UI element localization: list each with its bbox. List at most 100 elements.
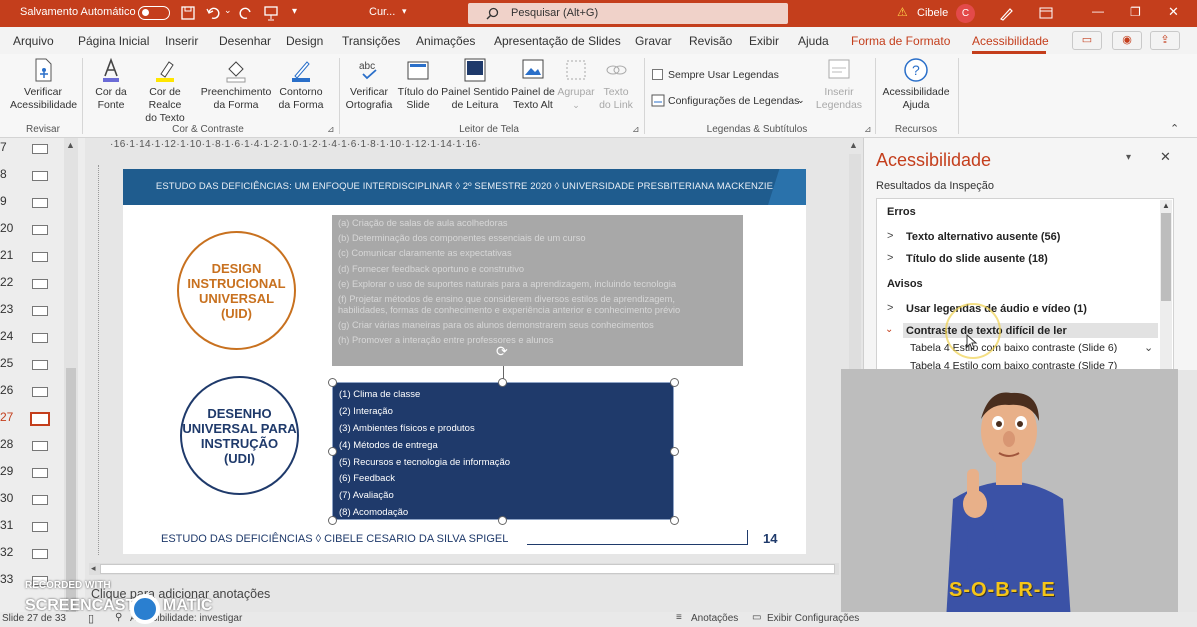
tab-apresentacao[interactable]: Apresentação de Slides	[494, 34, 621, 48]
notes-toggle[interactable]: Anotações	[691, 613, 738, 624]
warning-item[interactable]: Usar legendas de áudio e vídeo (1)	[906, 303, 1087, 315]
slide-thumbnail[interactable]	[32, 279, 48, 289]
slide-thumbnail[interactable]	[32, 549, 48, 559]
tab-pagina-inicial[interactable]: Página Inicial	[78, 34, 149, 48]
pen-icon[interactable]	[998, 6, 1014, 21]
slide-thumbnail[interactable]	[32, 144, 48, 154]
record-icon[interactable]: ◉	[1112, 31, 1142, 50]
acessibilidade-ajuda-button[interactable]: ? Acessibilidade Ajuda	[880, 56, 952, 112]
search-box[interactable]: Pesquisar (Alt+G)	[468, 3, 788, 24]
verificar-acessibilidade-button[interactable]: Verificar Acessibilidade	[10, 56, 77, 112]
painel-texto-alt-button[interactable]: Painel de Texto Alt	[510, 56, 556, 112]
hscroll-left-icon[interactable]: ◂	[91, 563, 96, 574]
share-icon[interactable]: ⇪	[1150, 31, 1180, 50]
minimize-icon[interactable]: —	[1092, 4, 1104, 18]
hscroll-thumb[interactable]	[100, 564, 835, 574]
dialog-launcher-icon[interactable]: ⊿	[327, 124, 335, 135]
issue-sub-item[interactable]: Tabela 4 Estilo com baixo contraste (Sli…	[910, 360, 1117, 369]
slide-thumbnail[interactable]	[32, 522, 48, 532]
dialog-launcher-icon[interactable]: ⊿	[632, 124, 640, 135]
preenchimento-button[interactable]: Preenchimento da Forma	[200, 56, 272, 112]
resize-handle[interactable]	[670, 447, 679, 456]
tab-exibir[interactable]: Exibir	[749, 34, 779, 48]
redo-icon[interactable]	[239, 6, 253, 20]
resize-handle[interactable]	[498, 378, 507, 387]
collapse-ribbon-icon[interactable]: ⌃	[1170, 122, 1179, 135]
resize-handle[interactable]	[328, 447, 337, 456]
tab-revisao[interactable]: Revisão	[689, 34, 732, 48]
titulo-slide-button[interactable]: Título do Slide	[396, 56, 440, 112]
slide-thumbnail[interactable]	[30, 412, 50, 426]
slide-thumbnail[interactable]	[32, 495, 48, 505]
tab-ajuda[interactable]: Ajuda	[798, 34, 829, 48]
restore-icon[interactable]: ❐	[1130, 5, 1141, 19]
autosave-toggle[interactable]	[138, 6, 170, 20]
tab-transicoes[interactable]: Transições	[342, 34, 400, 48]
results-scroll-thumb[interactable]	[1161, 213, 1171, 301]
circle-desenho-universal[interactable]: DESENHO UNIVERSAL PARA INSTRUÇÃO (UDI)	[180, 376, 299, 495]
slide-thumbnail[interactable]	[32, 171, 48, 181]
undo-icon[interactable]	[206, 6, 222, 20]
sub-item-chevron-icon[interactable]: ⌄	[1144, 341, 1153, 354]
results-scroll-up-icon[interactable]: ▲	[1162, 201, 1170, 210]
undo-dropdown-icon[interactable]: ⌄	[224, 5, 232, 16]
tab-design[interactable]: Design	[286, 34, 323, 48]
circle-design-instrucional[interactable]: DESIGN INSTRUCIONAL UNIVERSAL (UID)	[177, 231, 296, 350]
error-item[interactable]: Texto alternativo ausente (56)	[906, 231, 1060, 243]
cor-fonte-button[interactable]: Cor da Fonte	[88, 56, 134, 112]
user-avatar[interactable]: C	[956, 4, 975, 23]
resize-handle[interactable]	[498, 516, 507, 525]
pane-close-icon[interactable]: ✕	[1160, 149, 1171, 165]
config-legendas-chevron-icon[interactable]: ⌄	[797, 95, 805, 106]
present-icon[interactable]	[264, 5, 278, 21]
editor-scroll-up-icon[interactable]: ▲	[849, 140, 858, 150]
expand-chevron-icon[interactable]: >	[887, 302, 893, 314]
collapse-chevron-icon[interactable]: ⌄	[885, 324, 893, 335]
tab-desenhar[interactable]: Desenhar	[219, 34, 271, 48]
slide-thumbnail[interactable]	[32, 198, 48, 208]
tab-acessibilidade[interactable]: Acessibilidade	[972, 34, 1049, 48]
slide-thumbnail[interactable]	[32, 387, 48, 397]
expand-chevron-icon[interactable]: >	[887, 230, 893, 242]
slide-thumbnail[interactable]	[32, 360, 48, 370]
slide-thumbnail[interactable]	[32, 468, 48, 478]
expand-chevron-icon[interactable]: >	[887, 252, 893, 264]
dialog-launcher-icon[interactable]: ⊿	[864, 124, 872, 135]
display-settings[interactable]: Exibir Configurações	[767, 613, 859, 624]
tab-animacoes[interactable]: Animações	[416, 34, 475, 48]
customize-qat-icon[interactable]: ▾	[292, 6, 297, 17]
slide-thumbnail[interactable]	[32, 441, 48, 451]
slide-thumbnail[interactable]	[32, 225, 48, 235]
config-legendas-button[interactable]: Configurações de Legendas	[668, 95, 799, 107]
comments-icon[interactable]: ▭	[1072, 31, 1102, 50]
close-icon[interactable]: ✕	[1168, 4, 1179, 20]
verificar-ortografia-button[interactable]: abc Verificar Ortografia	[344, 56, 394, 112]
pane-options-icon[interactable]: ▾	[1126, 152, 1131, 163]
resize-handle[interactable]	[328, 378, 337, 387]
issue-sub-item[interactable]: Tabela 4 Estilo com baixo contraste (Sli…	[910, 342, 1117, 354]
tab-inserir[interactable]: Inserir	[165, 34, 198, 48]
agrupar-button[interactable]: Agrupar ⌄	[556, 56, 596, 112]
painel-sentido-leitura-button[interactable]: Painel Sentido de Leitura	[441, 56, 509, 112]
gray-list-box[interactable]: (a) Criação de salas de aula acolhedoras…	[332, 215, 743, 366]
contorno-button[interactable]: Contorno da Forma	[273, 56, 329, 112]
tab-forma-formato[interactable]: Forma de Formato	[851, 34, 950, 48]
sempre-legendas-checkbox[interactable]	[652, 69, 663, 80]
slide-thumbnail[interactable]	[32, 252, 48, 262]
inserir-legendas-button[interactable]: Inserir Legendas	[814, 56, 864, 112]
tab-arquivo[interactable]: Arquivo	[13, 34, 54, 48]
cor-realce-button[interactable]: Cor de Realce do Texto	[132, 56, 198, 125]
title-chevron-icon[interactable]: ▾	[402, 6, 407, 17]
slide-thumbnail[interactable]	[32, 306, 48, 316]
tab-gravar[interactable]: Gravar	[635, 34, 672, 48]
resize-handle[interactable]	[328, 516, 337, 525]
save-icon[interactable]	[181, 6, 195, 20]
blue-list-box[interactable]: (1) Clima de classe (2) Interação (3) Am…	[332, 382, 674, 520]
document-title[interactable]: Cur...	[369, 6, 395, 18]
ribbon-display-icon[interactable]	[1039, 7, 1053, 19]
resize-handle[interactable]	[670, 378, 679, 387]
texto-link-button[interactable]: Texto do Link	[596, 56, 636, 112]
slide-thumbnail[interactable]	[32, 333, 48, 343]
resize-handle[interactable]	[670, 516, 679, 525]
error-item[interactable]: Título do slide ausente (18)	[906, 253, 1048, 265]
